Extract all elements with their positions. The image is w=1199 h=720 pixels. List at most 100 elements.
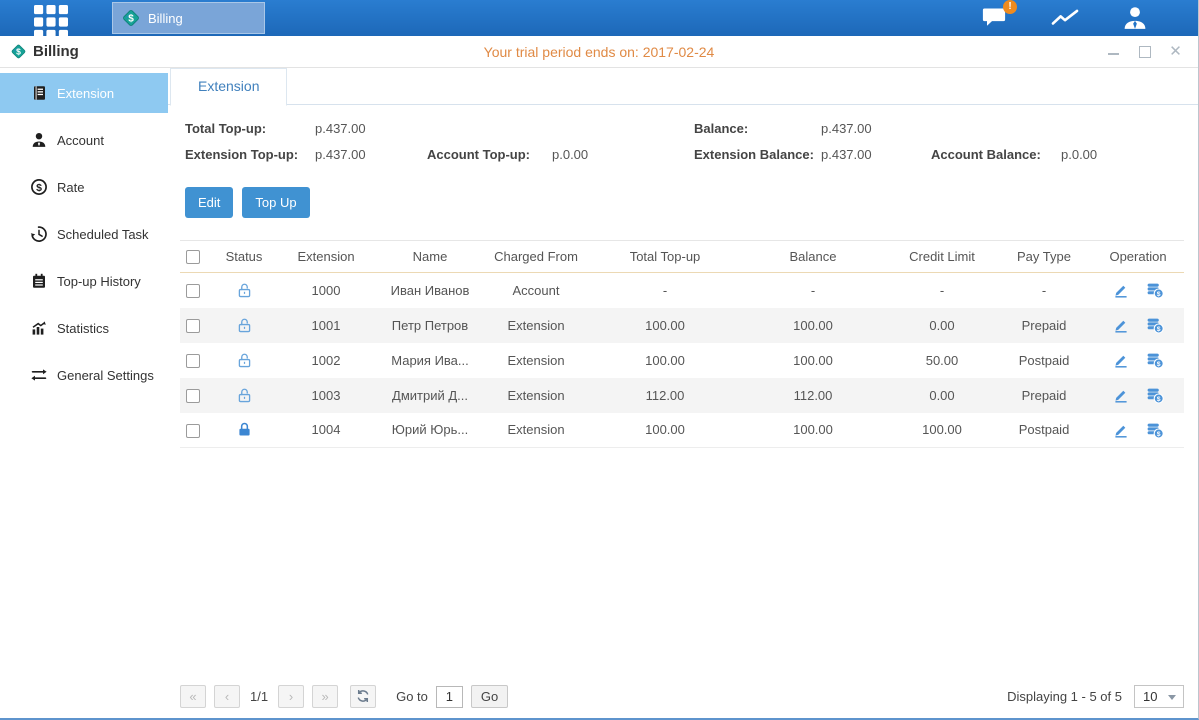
cell-extension: 1004 [272, 413, 380, 448]
column-header-status: Status [216, 241, 272, 273]
cell-charged-from: Account [480, 273, 592, 308]
row-checkbox[interactable] [186, 354, 200, 368]
row-checkbox[interactable] [186, 319, 200, 333]
sidebar-item-scheduled-task[interactable]: Scheduled Task [0, 214, 168, 254]
taskbar-billing-tab[interactable]: $ Billing [112, 2, 265, 34]
summary-group-1: Balance:p.437.00Extension Balance:p.437.… [694, 121, 1198, 162]
extension-icon [30, 84, 48, 102]
summary-label [427, 121, 552, 136]
app-grid-icon[interactable] [34, 5, 68, 31]
row-checkbox[interactable] [186, 389, 200, 403]
summary-value: p.437.00 [821, 147, 931, 162]
cell-balance: 112.00 [738, 378, 888, 413]
row-checkbox[interactable] [186, 424, 200, 438]
sidebar-item-account[interactable]: Account [0, 120, 168, 160]
last-page-button[interactable]: » [312, 685, 338, 708]
sidebar-item-rate[interactable]: $Rate [0, 167, 168, 207]
sidebar-item-label: Statistics [57, 321, 109, 336]
topup-history-icon [30, 272, 48, 290]
refresh-icon[interactable] [350, 685, 376, 708]
svg-text:$: $ [128, 14, 134, 25]
cell-credit-limit: 50.00 [888, 343, 996, 378]
sidebar-item-statistics[interactable]: Statistics [0, 308, 168, 348]
billing-diamond-icon: $ [121, 8, 141, 28]
cell-name: Иван Иванов [380, 273, 480, 308]
cell-name: Мария Ива... [380, 343, 480, 378]
go-button[interactable]: Go [471, 685, 508, 708]
cell-total-top-up: - [592, 273, 738, 308]
row-checkbox[interactable] [186, 284, 200, 298]
unlocked-icon [236, 352, 253, 369]
close-icon[interactable]: ✕ [1169, 45, 1182, 58]
page-size-select[interactable]: 10 [1134, 685, 1184, 708]
column-header-total-top-up: Total Top-up [592, 241, 738, 273]
select-all-checkbox[interactable] [186, 250, 200, 264]
user-icon[interactable] [1120, 6, 1150, 30]
table-row: 1003Дмитрий Д...Extension112.00112.000.0… [180, 378, 1184, 413]
cell-charged-from: Extension [480, 378, 592, 413]
prev-page-button[interactable]: ‹ [214, 685, 240, 708]
topup-icon[interactable]: $ [1146, 386, 1164, 404]
cell-charged-from: Extension [480, 308, 592, 343]
edit-icon[interactable] [1112, 316, 1130, 334]
sidebar-item-extension[interactable]: Extension [0, 73, 168, 113]
cell-name: Дмитрий Д... [380, 378, 480, 413]
summary-group-0: Total Top-up:p.437.00Extension Top-up: p.… [185, 121, 694, 162]
column-header-pay-type: Pay Type [996, 241, 1092, 273]
topup-icon[interactable]: $ [1146, 421, 1164, 439]
sidebar-item-label: General Settings [57, 368, 154, 383]
topup-icon[interactable]: $ [1146, 351, 1164, 369]
maximize-icon[interactable] [1138, 45, 1151, 58]
table-row: 1000Иван ИвановAccount----$ [180, 273, 1184, 308]
svg-text:$: $ [1157, 326, 1161, 333]
cell-pay-type: Prepaid [996, 378, 1092, 413]
next-page-button[interactable]: › [278, 685, 304, 708]
summary-label: Account Balance: [931, 147, 1061, 162]
unlocked-icon [236, 387, 253, 404]
cell-extension: 1002 [272, 343, 380, 378]
action-buttons: Edit Top Up [185, 187, 1198, 218]
cell-pay-type: - [996, 273, 1092, 308]
summary-label: Account Top-up: [427, 147, 552, 162]
edit-button[interactable]: Edit [185, 187, 233, 218]
sidebar-item-label: Top-up History [57, 274, 141, 289]
cell-name: Петр Петров [380, 308, 480, 343]
sidebar-item-label: Scheduled Task [57, 227, 149, 242]
summary-label: Total Top-up: [185, 121, 315, 136]
window-titlebar: $ Billing Your trial period ends on: 201… [0, 36, 1198, 68]
summary-value: p.0.00 [552, 147, 694, 162]
reports-icon[interactable] [1050, 6, 1080, 30]
topup-icon[interactable]: $ [1146, 316, 1164, 334]
summary-label: Extension Top-up: [185, 147, 315, 162]
edit-icon[interactable] [1112, 351, 1130, 369]
summary-label [931, 121, 1061, 136]
messages-icon[interactable]: ! [980, 6, 1010, 30]
edit-icon[interactable] [1112, 281, 1130, 299]
sidebar-item-general-settings[interactable]: General Settings [0, 355, 168, 395]
cell-total-top-up: 100.00 [592, 343, 738, 378]
locked-icon [236, 421, 253, 438]
column-header-credit-limit: Credit Limit [888, 241, 996, 273]
page-size-value: 10 [1143, 689, 1157, 704]
top-up-button[interactable]: Top Up [242, 187, 309, 218]
edit-icon[interactable] [1112, 421, 1130, 439]
edit-icon[interactable] [1112, 386, 1130, 404]
tab-extension[interactable]: Extension [170, 68, 287, 106]
summary-value: p.437.00 [315, 147, 427, 162]
svg-text:$: $ [1157, 291, 1161, 298]
sidebar-item-top-up-history[interactable]: Top-up History [0, 261, 168, 301]
sidebar-item-label: Account [57, 133, 104, 148]
summary-value: p.437.00 [821, 121, 931, 136]
sidebar-item-label: Extension [57, 86, 114, 101]
cell-name: Юрий Юрь... [380, 413, 480, 448]
column-header-operation: Operation [1092, 241, 1184, 273]
summary-value: p.0.00 [1061, 147, 1198, 162]
summary-label: Extension Balance: [694, 147, 821, 162]
table-header-row: StatusExtensionNameCharged FromTotal Top… [180, 241, 1184, 273]
goto-page-input[interactable] [436, 686, 463, 708]
first-page-button[interactable]: « [180, 685, 206, 708]
column-header-extension: Extension [272, 241, 380, 273]
topup-icon[interactable]: $ [1146, 281, 1164, 299]
minimize-icon[interactable] [1107, 45, 1120, 58]
cell-pay-type: Prepaid [996, 308, 1092, 343]
